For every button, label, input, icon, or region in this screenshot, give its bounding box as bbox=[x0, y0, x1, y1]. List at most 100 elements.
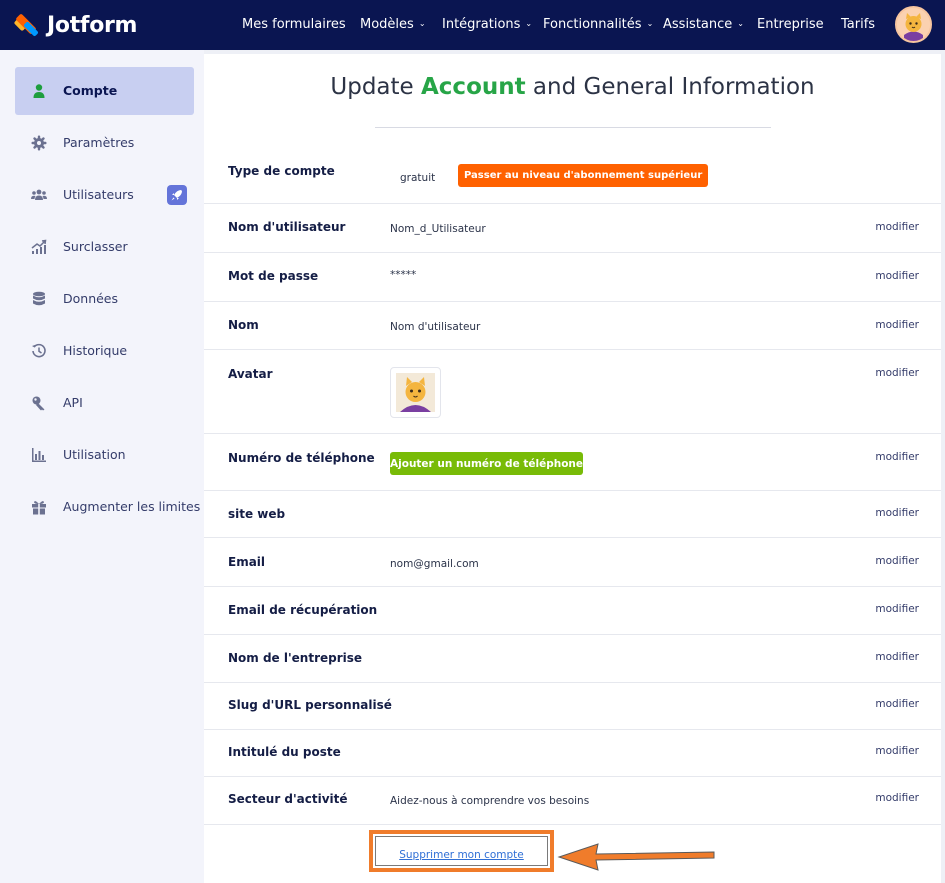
avatar-preview[interactable] bbox=[390, 367, 441, 418]
gear-icon bbox=[31, 135, 47, 151]
title-part: Update bbox=[330, 74, 421, 100]
sidebar-item-label: Données bbox=[63, 291, 119, 306]
row-label: Avatar bbox=[228, 367, 273, 381]
sidebar-item-label: Compte bbox=[63, 83, 118, 98]
user-icon bbox=[33, 84, 45, 98]
row-label: Slug d'URL personnalisé bbox=[228, 698, 392, 712]
sidebar-item-historique[interactable]: Historique bbox=[15, 327, 194, 375]
delete-account-highlight: Supprimer mon compte bbox=[369, 830, 554, 872]
cat-avatar-icon bbox=[897, 8, 930, 41]
edit-link[interactable]: modifier bbox=[875, 698, 919, 710]
row-label: Nom d'utilisateur bbox=[228, 220, 346, 234]
row-account-type: Type de compte gratuit Passer au niveau … bbox=[204, 150, 941, 204]
nav-label: Fonctionnalités bbox=[543, 17, 642, 32]
key-icon bbox=[32, 396, 45, 411]
row-label: Email de récupération bbox=[228, 603, 378, 617]
jotform-logo[interactable]: Jotform bbox=[13, 11, 138, 39]
nav-label: Mes formulaires bbox=[242, 17, 346, 32]
edit-link[interactable]: modifier bbox=[875, 603, 919, 615]
chevron-down-icon: ⌄ bbox=[646, 19, 654, 28]
row-value: Aidez-nous à comprendre vos besoins bbox=[390, 795, 590, 807]
row-name: Nom Nom d'utilisateur modifier bbox=[204, 302, 941, 350]
row-company: Nom de l'entreprise modifier bbox=[204, 635, 941, 683]
edit-link[interactable]: modifier bbox=[875, 367, 919, 379]
row-label: Mot de passe bbox=[228, 269, 319, 283]
sidebar-item-parametres[interactable]: Paramètres bbox=[15, 119, 194, 167]
nav-assistance[interactable]: Assistance ⌄ bbox=[663, 17, 744, 32]
sidebar-item-utilisation[interactable]: Utilisation bbox=[15, 431, 194, 479]
account-main-panel: Update Account and General Information T… bbox=[204, 54, 941, 883]
delete-account-frame: Supprimer mon compte bbox=[375, 836, 548, 866]
row-label: Intitulé du poste bbox=[228, 745, 341, 759]
cat-avatar-icon bbox=[396, 373, 435, 412]
chevron-down-icon: ⌄ bbox=[525, 19, 533, 28]
chevron-down-icon: ⌄ bbox=[737, 19, 744, 28]
rocket-icon bbox=[171, 190, 182, 201]
row-label: Numéro de téléphone bbox=[228, 451, 375, 465]
edit-link[interactable]: modifier bbox=[875, 451, 919, 463]
row-value: ***** bbox=[390, 269, 417, 281]
nav-label: Intégrations bbox=[442, 17, 521, 32]
bar-chart-icon bbox=[32, 448, 46, 462]
settings-sidebar: Compte Paramètres Utilisateurs Surclasse… bbox=[0, 50, 204, 883]
top-navbar: Jotform Mes formulaires Modèles ⌄ Intégra… bbox=[0, 0, 945, 50]
row-website: site web modifier bbox=[204, 491, 941, 538]
edit-link[interactable]: modifier bbox=[875, 792, 919, 804]
database-icon bbox=[33, 291, 45, 306]
row-value: nom@gmail.com bbox=[390, 558, 479, 570]
jotform-logo-icon bbox=[13, 13, 39, 37]
row-industry: Secteur d'activité Aidez-nous à comprend… bbox=[204, 777, 941, 825]
row-label: Type de compte bbox=[228, 164, 335, 178]
page-title: Update Account and General Information bbox=[204, 74, 941, 100]
sidebar-item-compte[interactable]: Compte bbox=[15, 67, 194, 115]
nav-entreprise[interactable]: Entreprise bbox=[757, 17, 824, 32]
delete-account-link[interactable]: Supprimer mon compte bbox=[376, 849, 547, 861]
sidebar-item-augmenter-limites[interactable]: Augmenter les limites bbox=[15, 483, 200, 531]
add-phone-button[interactable]: Ajouter un numéro de téléphone bbox=[390, 452, 583, 475]
chevron-down-icon: ⌄ bbox=[418, 19, 426, 28]
logo-text: Jotform bbox=[47, 12, 138, 38]
row-label: Nom bbox=[228, 318, 259, 332]
edit-link[interactable]: modifier bbox=[875, 745, 919, 757]
nav-tarifs[interactable]: Tarifs bbox=[841, 17, 875, 32]
sidebar-item-api[interactable]: API bbox=[15, 379, 194, 427]
sidebar-item-label: API bbox=[63, 395, 83, 410]
user-avatar[interactable] bbox=[895, 6, 932, 43]
history-icon bbox=[32, 343, 46, 358]
nav-label: Tarifs bbox=[841, 17, 876, 32]
title-accent: Account bbox=[421, 74, 526, 100]
edit-link[interactable]: modifier bbox=[875, 555, 919, 567]
upgrade-button[interactable]: Passer au niveau d'abonnement supérieur bbox=[458, 164, 709, 187]
row-email: Email nom@gmail.com modifier bbox=[204, 538, 941, 587]
sidebar-item-label: Utilisation bbox=[63, 447, 126, 462]
nav-modeles[interactable]: Modèles ⌄ bbox=[360, 17, 426, 32]
sidebar-item-label: Augmenter les limites bbox=[63, 499, 201, 514]
title-part: and General Information bbox=[525, 74, 815, 100]
plan-value: gratuit bbox=[400, 172, 436, 184]
nav-integrations[interactable]: Intégrations ⌄ bbox=[442, 17, 532, 32]
edit-link[interactable]: modifier bbox=[875, 319, 919, 331]
users-icon bbox=[31, 189, 47, 200]
arrow-left-icon bbox=[557, 843, 715, 871]
edit-link[interactable]: modifier bbox=[875, 651, 919, 663]
edit-link[interactable]: modifier bbox=[875, 221, 919, 233]
sidebar-item-label: Paramètres bbox=[63, 135, 135, 150]
title-divider bbox=[375, 127, 771, 128]
nav-mes-formulaires[interactable]: Mes formulaires bbox=[242, 17, 346, 32]
sidebar-item-donnees[interactable]: Données bbox=[15, 275, 194, 323]
chart-upgrade-icon bbox=[31, 239, 47, 254]
nav-label: Modèles bbox=[360, 17, 414, 32]
row-value: Nom d'utilisateur bbox=[390, 321, 481, 333]
edit-link[interactable]: modifier bbox=[875, 507, 919, 519]
nav-label: Entreprise bbox=[757, 17, 824, 32]
row-value: Nom_d_Utilisateur bbox=[390, 223, 486, 235]
nav-fonctionnalites[interactable]: Fonctionnalités ⌄ bbox=[543, 17, 653, 32]
row-label: Secteur d'activité bbox=[228, 792, 348, 806]
sidebar-item-utilisateurs[interactable]: Utilisateurs bbox=[15, 171, 194, 219]
row-label: Email bbox=[228, 555, 266, 569]
row-phone: Numéro de téléphone Ajouter un numéro de… bbox=[204, 434, 941, 491]
edit-link[interactable]: modifier bbox=[875, 270, 919, 282]
gift-icon bbox=[32, 501, 46, 515]
sidebar-item-surclasser[interactable]: Surclasser bbox=[15, 223, 194, 271]
sidebar-item-label: Historique bbox=[63, 343, 128, 358]
